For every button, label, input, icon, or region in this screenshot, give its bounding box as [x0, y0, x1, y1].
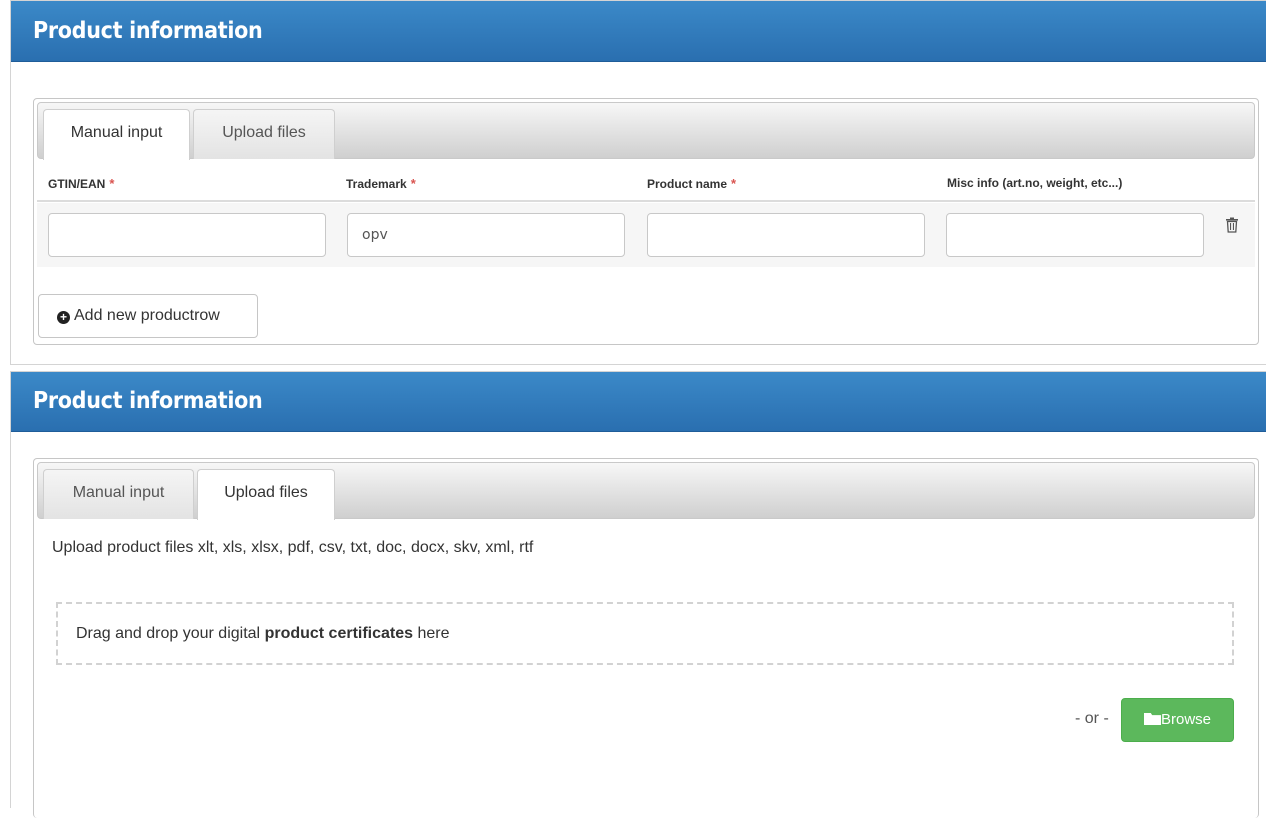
browse-label: Browse — [1160, 711, 1212, 728]
column-header-product-name: Product name * — [647, 176, 736, 191]
misc-info-input[interactable] — [946, 213, 1204, 257]
or-separator: - or - — [1075, 710, 1109, 727]
tab-container: Manual input Upload files GTIN/EAN * Trad… — [33, 98, 1259, 345]
required-marker: * — [109, 176, 115, 191]
folder-open-icon — [1143, 713, 1161, 725]
trash-icon[interactable] — [1224, 217, 1240, 235]
tab-bar: Manual input Upload files — [37, 462, 1255, 520]
dropzone-text-bold: product certificates — [264, 625, 414, 642]
add-row-label: Add new productrow — [74, 307, 220, 324]
tab-bar: Manual input Upload files — [37, 102, 1255, 160]
product-name-input[interactable] — [647, 213, 925, 257]
product-info-panel-upload: Product information Manual input Upload … — [10, 371, 1266, 818]
tab-container: Manual input Upload files Upload product… — [33, 458, 1259, 818]
browse-button[interactable]: Browse — [1121, 698, 1234, 742]
column-header-misc-info: Misc info (art.no, weight, etc...) — [947, 176, 1123, 190]
column-label: Product name — [647, 177, 728, 191]
column-label: GTIN/EAN — [48, 177, 106, 191]
tab-manual-input[interactable]: Manual input — [43, 469, 194, 519]
panel-title: Product information — [11, 372, 1266, 432]
add-product-row-button[interactable]: + Add new productrow — [38, 294, 258, 338]
column-header-gtin: GTIN/EAN * — [48, 176, 114, 191]
upload-instructions: Upload product files xlt, xls, xlsx, pdf… — [52, 539, 534, 556]
trademark-input[interactable] — [347, 213, 625, 257]
product-info-panel-manual: Product information Manual input Upload … — [10, 0, 1266, 365]
header-divider — [37, 200, 1255, 202]
column-header-trademark: Trademark * — [346, 176, 416, 191]
required-marker: * — [410, 176, 416, 191]
product-row — [37, 203, 1255, 267]
gtin-ean-input[interactable] — [48, 213, 326, 257]
required-marker: * — [731, 176, 737, 191]
dropzone-text-suffix: here — [413, 625, 450, 642]
plus-circle-icon: + — [57, 311, 70, 324]
panel-title: Product information — [11, 1, 1266, 62]
trash-icon-graphic — [1226, 217, 1238, 233]
tab-manual-input[interactable]: Manual input — [43, 109, 190, 160]
dropzone-text-prefix: Drag and drop your digital — [76, 625, 265, 642]
file-dropzone[interactable]: Drag and drop your digital product certi… — [56, 602, 1234, 665]
tab-upload-files[interactable]: Upload files — [197, 469, 335, 520]
column-label: Trademark — [346, 177, 407, 191]
tab-upload-files[interactable]: Upload files — [193, 109, 335, 159]
